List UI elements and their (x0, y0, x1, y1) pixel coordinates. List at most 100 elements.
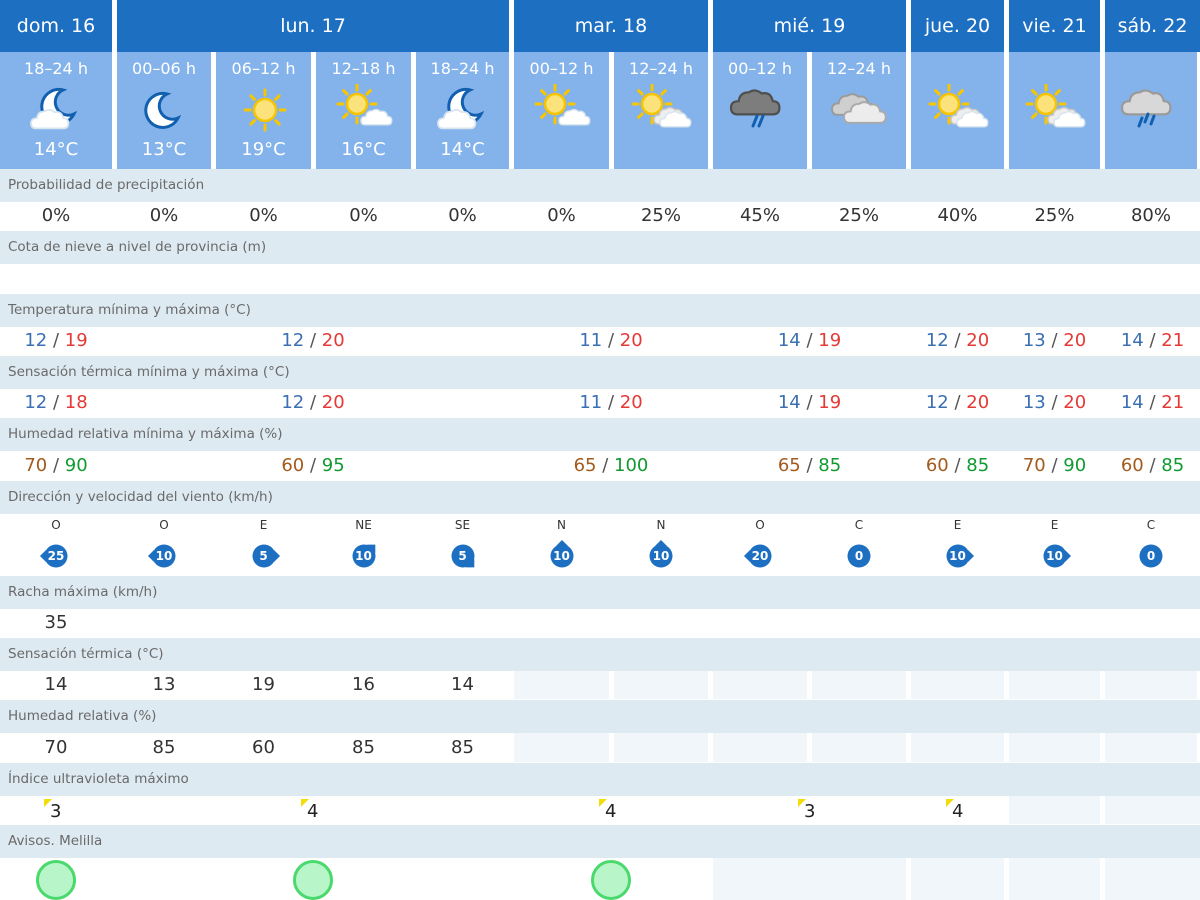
value-cell: 85 (316, 733, 411, 762)
value-cell: 85 (416, 733, 509, 762)
period-cell: 00–12 h (713, 52, 807, 169)
wind-cell: O 25 (0, 514, 112, 573)
minmax-cell: 70 / 90 (0, 451, 112, 480)
wind-speed: 10 (1046, 549, 1063, 563)
value-cell: 35 (0, 609, 112, 637)
minmax-cell: 60 / 85 (911, 451, 1004, 480)
moon-cloud-icon (0, 84, 112, 132)
wind-cell: N 10 (614, 514, 708, 573)
value-cell: 70 (0, 733, 112, 762)
day-header: mié. 19 (713, 0, 906, 52)
day-header: dom. 16 (0, 0, 112, 52)
separator: / (304, 330, 322, 351)
empty-cell (1105, 858, 1200, 900)
moon-cloud-icon (416, 84, 509, 132)
storm-rain-icon (713, 84, 807, 132)
value-cell (713, 264, 807, 293)
min-value: 60 (281, 455, 305, 476)
separator: / (304, 455, 322, 476)
empty-cell (911, 671, 1004, 699)
separator: / (800, 455, 819, 476)
row-label-gust: Racha máxima (km/h) (0, 576, 1200, 609)
min-value: 70 (1022, 455, 1046, 476)
value-cell (117, 609, 211, 637)
empty-cell (1009, 796, 1100, 824)
separator: / (800, 392, 819, 413)
cloud-rain-icon (1105, 84, 1197, 132)
empty-cell (1105, 796, 1200, 824)
max-value: 19 (818, 330, 842, 351)
minmax-cell: 12 / 20 (911, 389, 1004, 417)
wind-cell: C 0 (1105, 514, 1197, 573)
wind-speed: 20 (751, 549, 769, 563)
max-value: 21 (1161, 392, 1185, 413)
wind-direction: O (51, 518, 61, 532)
wind-speed: 10 (355, 549, 372, 563)
row-label-feel_minmax: Sensación térmica mínima y máxima (°C) (0, 356, 1200, 389)
wind-speed: 10 (652, 549, 670, 563)
max-value: 20 (619, 392, 643, 413)
max-value: 19 (818, 392, 842, 413)
wind-direction: C (854, 518, 864, 532)
wind-speed: 10 (949, 549, 966, 563)
sun-icon (216, 84, 311, 132)
period-label: 00–12 h (529, 59, 594, 78)
min-value: 12 (281, 392, 305, 413)
period-cell (1009, 52, 1100, 169)
value-cell (1105, 609, 1197, 637)
period-temperature: 14°C (440, 139, 485, 160)
value-cell (216, 264, 311, 293)
minmax-cell: 60 / 85 (1105, 451, 1200, 480)
minmax-cell: 11 / 20 (514, 327, 708, 355)
value-cell (614, 609, 708, 637)
period-temperature: 14°C (33, 139, 79, 160)
empty-cell (1009, 858, 1100, 900)
green-alert-icon (293, 860, 333, 900)
empty-cell (713, 733, 807, 762)
value-cell: 80% (1105, 202, 1197, 229)
value-cell (812, 264, 906, 293)
value-cell: 45% (713, 202, 807, 229)
min-value: 14 (1120, 392, 1144, 413)
min-value: 65 (573, 455, 597, 476)
value-cell: 85 (117, 733, 211, 762)
sun-clouds-icon (1009, 84, 1100, 132)
period-label: 12–24 h (629, 59, 693, 78)
period-label: 00–12 h (728, 59, 792, 78)
period-cell: 06–12 h 19°C (216, 52, 311, 169)
value-cell: 40% (911, 202, 1004, 229)
wind-speed: 10 (553, 549, 570, 563)
max-value: 85 (1161, 455, 1185, 476)
value-cell (416, 609, 509, 637)
max-value: 18 (64, 392, 88, 413)
row-label-snow: Cota de nieve a nivel de provincia (m) (0, 231, 1200, 264)
period-cell: 18–24 h 14°C (0, 52, 112, 169)
uv-cell: 4 (514, 796, 708, 824)
value-cell: 0% (514, 202, 609, 229)
value-cell (514, 609, 609, 637)
empty-cell (812, 671, 906, 699)
separator: / (800, 330, 819, 351)
max-value: 20 (1063, 392, 1087, 413)
minmax-cell: 12 / 18 (0, 389, 112, 417)
value-cell (117, 264, 211, 293)
period-label: 18–24 h (24, 59, 88, 78)
min-value: 60 (1120, 455, 1144, 476)
green-alert-icon (591, 860, 631, 900)
value-cell: 13 (117, 671, 211, 699)
wind-direction: O (755, 518, 765, 532)
period-label: 00–06 h (132, 59, 196, 78)
period-cell: 00–06 h 13°C (117, 52, 211, 169)
value-cell (1009, 264, 1100, 293)
max-value: 20 (966, 330, 990, 351)
min-value: 12 (925, 330, 949, 351)
max-value: 20 (966, 392, 990, 413)
wind-cell: E 5 (216, 514, 311, 573)
wind-cell: N 10 (514, 514, 609, 573)
wind-cell: C 0 (812, 514, 906, 573)
empty-cell (713, 858, 906, 900)
min-value: 13 (1022, 330, 1046, 351)
max-value: 90 (1063, 455, 1087, 476)
period-cell: 18–24 h 14°C (416, 52, 509, 169)
max-value: 19 (64, 330, 88, 351)
